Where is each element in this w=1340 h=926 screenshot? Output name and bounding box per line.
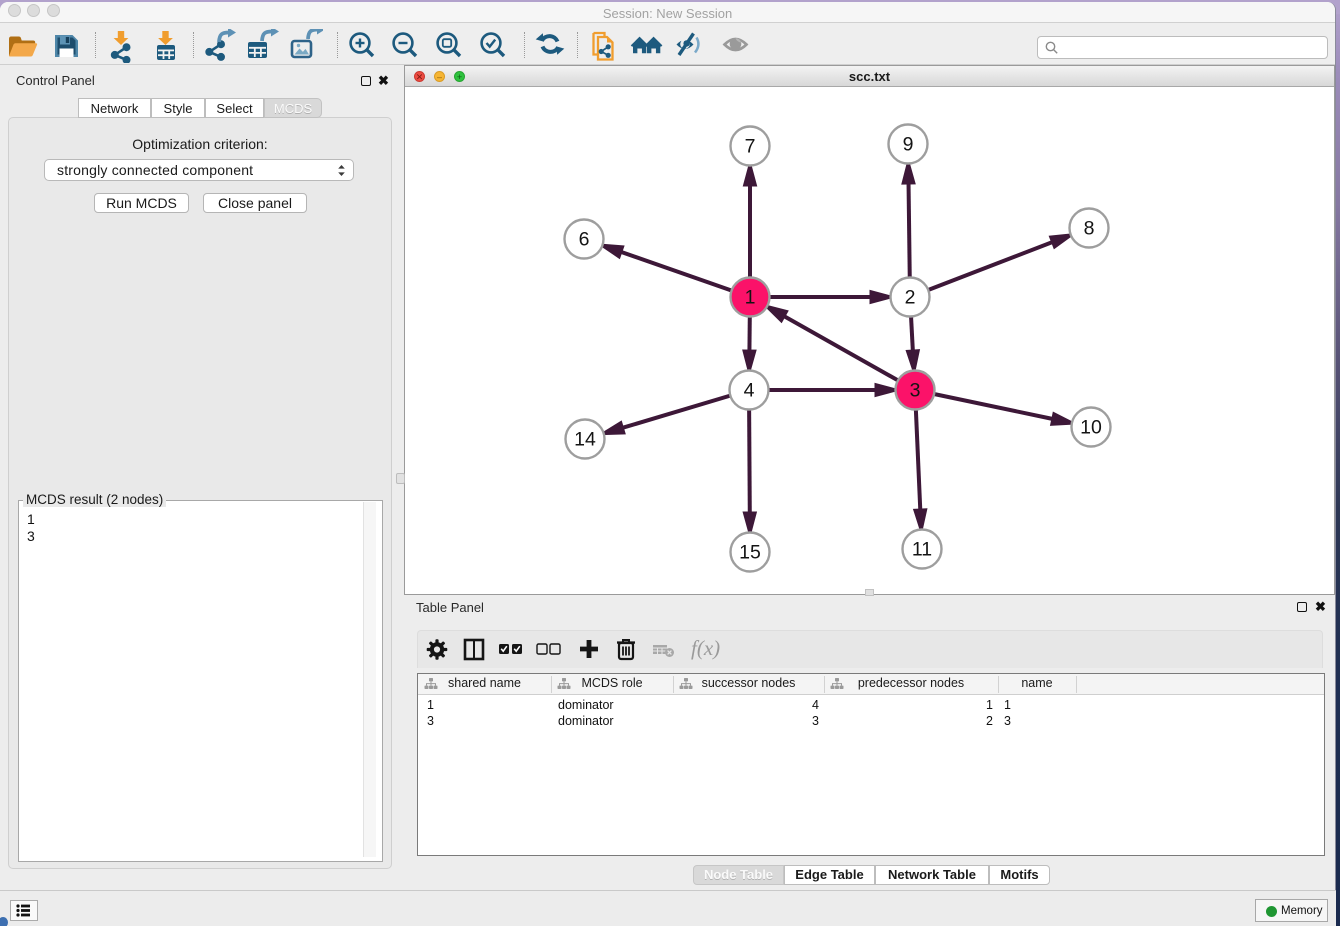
svg-text:14: 14 [574,429,596,451]
svg-text:4: 4 [744,380,755,402]
svg-text:9: 9 [903,134,914,156]
svg-text:11: 11 [912,539,932,561]
svg-text:1: 1 [745,287,756,309]
svg-text:6: 6 [579,229,590,251]
svg-text:10: 10 [1080,417,1102,439]
svg-text:2: 2 [905,287,916,309]
svg-text:3: 3 [910,380,921,402]
svg-text:15: 15 [739,542,761,564]
svg-text:f(x): f(x) [691,636,720,660]
svg-text:8: 8 [1084,218,1095,240]
svg-text:7: 7 [745,136,756,158]
